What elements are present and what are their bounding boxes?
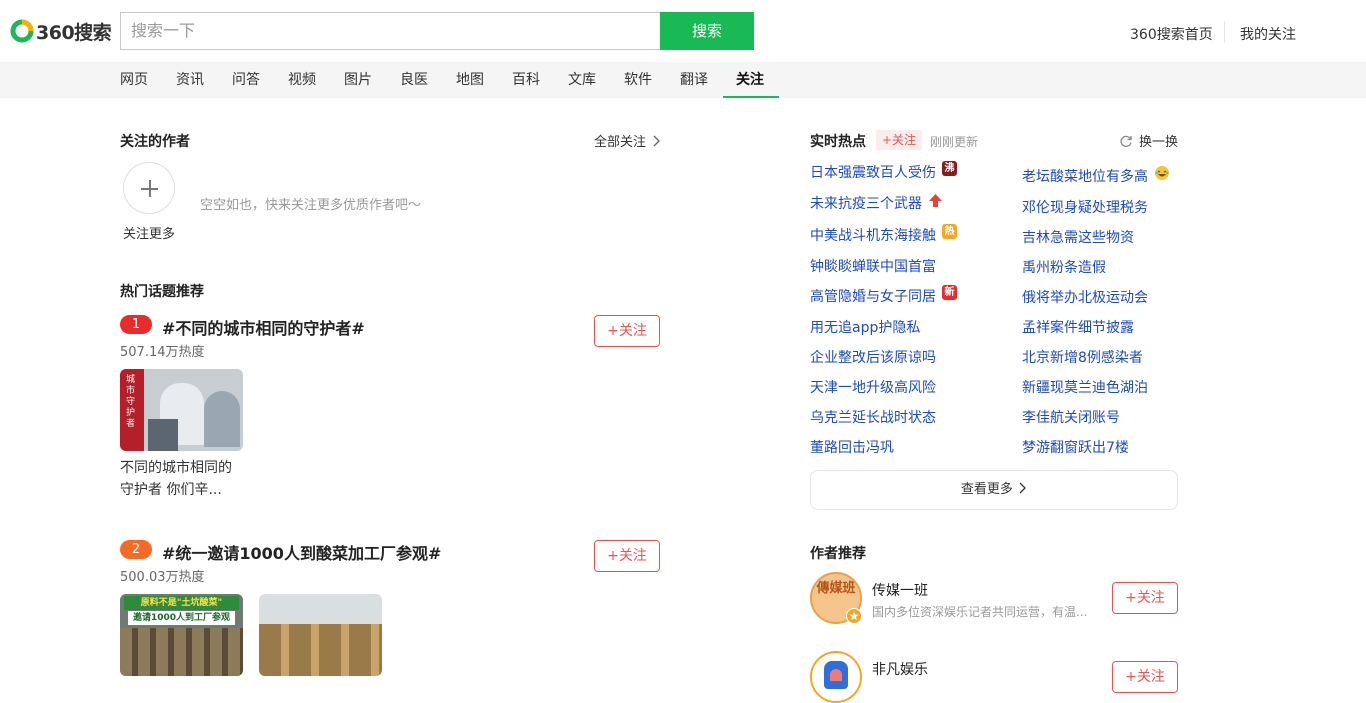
chevron-right-icon [1019, 482, 1026, 494]
tab-baike[interactable]: 百科 [512, 62, 540, 98]
add-more-label[interactable]: 关注更多 [123, 223, 175, 242]
search-input[interactable]: 搜索一下 [120, 12, 661, 50]
topic-title[interactable]: #统一邀请1000人到酸菜加工厂参观# [162, 540, 441, 564]
topic-thumbnail[interactable]: 原料不是"土坑酸菜" 邀请1000人到工厂参观 [120, 594, 243, 676]
author-description: 国内多位资深娱乐记者共同运营，有温... [872, 605, 1088, 619]
hot-item[interactable]: 日本强震致百人受伤 [810, 162, 936, 182]
hot-item[interactable]: 吉林急需这些物资 [1022, 227, 1134, 247]
refresh-icon [1120, 135, 1132, 147]
tab-software[interactable]: 软件 [624, 62, 652, 98]
empty-state-text: 空空如也，快来关注更多优质作者吧～ [200, 198, 422, 213]
chevron-right-icon [653, 135, 660, 146]
hot-item[interactable]: 中美战斗机东海接触 [810, 225, 936, 245]
laughing-emoji-icon [1155, 166, 1169, 180]
refresh-label: 换一换 [1139, 135, 1179, 150]
thumb-vertical-text: 城市守护者 [126, 375, 136, 429]
add-follow-button[interactable] [123, 162, 175, 214]
tab-qa[interactable]: 问答 [232, 62, 260, 98]
hot-item[interactable]: 未来抗疫三个武器 [810, 193, 922, 213]
author-name[interactable]: 传媒一班 [872, 580, 928, 600]
topic-thumbnail[interactable]: 城市守护者 [120, 369, 243, 451]
rank-badge: 2 [120, 540, 152, 559]
hot-item[interactable]: 老坛酸菜地位有多高 [1022, 166, 1148, 186]
avatar[interactable] [810, 651, 862, 703]
hot-item[interactable]: 北京新增8例感染者 [1022, 347, 1143, 367]
hot-item[interactable]: 禹州粉条造假 [1022, 257, 1106, 277]
divider [1224, 21, 1225, 43]
hot-item[interactable]: 李佳航关闭账号 [1022, 407, 1120, 427]
thumb-banner-2: 邀请1000人到工厂参观 [128, 611, 235, 625]
hot-item[interactable]: 梦游翻窗跃出7楼 [1022, 437, 1129, 457]
hot-badge: 热 [942, 224, 957, 239]
topic-caption[interactable]: 不同的城市相同的 守护者 你们辛... [120, 457, 245, 501]
hot-item[interactable]: 新疆现莫兰迪色湖泊 [1022, 377, 1148, 397]
tab-video[interactable]: 视频 [288, 62, 316, 98]
topic-thumbnail[interactable] [259, 594, 382, 676]
nav-bar: 网页 资讯 问答 视频 图片 良医 地图 百科 文库 软件 翻译 关注 [0, 62, 1366, 98]
caption-line-2: 守护者 你们辛... [120, 482, 222, 498]
tab-follow[interactable]: 关注 [736, 62, 764, 98]
boiling-badge: 沸 [942, 161, 957, 176]
follow-author-button[interactable]: +关注 [1112, 661, 1178, 693]
hot-item[interactable]: 邓伦现身疑处理税务 [1022, 197, 1148, 217]
tab-map[interactable]: 地图 [456, 62, 484, 98]
hot-item[interactable]: 俄将举办北极运动会 [1022, 287, 1148, 307]
logo-text: 360搜索 [36, 21, 112, 44]
tab-wenku[interactable]: 文库 [568, 62, 596, 98]
hot-item[interactable]: 高管隐婚与女子同居 [810, 286, 936, 306]
new-badge: 新 [942, 285, 957, 300]
hot-item[interactable]: 董路回击冯巩 [810, 437, 894, 457]
logo[interactable]: 360搜索 [10, 19, 112, 44]
all-follow-label: 全部关注 [594, 135, 647, 150]
follow-topic-button[interactable]: +关注 [594, 315, 660, 347]
realtime-follow-tag[interactable]: +关注 [876, 130, 923, 150]
caption-line-1: 不同的城市相同的 [120, 460, 232, 476]
followed-authors-title: 关注的作者 [120, 134, 190, 150]
tab-images[interactable]: 图片 [344, 62, 372, 98]
rank-badge: 1 [120, 315, 152, 334]
view-more-button[interactable]: 查看更多 [810, 470, 1178, 510]
topic-heat: 507.14万热度 [120, 345, 205, 360]
my-follow-link[interactable]: 我的关注 [1240, 24, 1296, 44]
topic-heat: 500.03万热度 [120, 570, 205, 585]
follow-author-button[interactable]: +关注 [1112, 582, 1178, 614]
realtime-title: 实时热点 [810, 134, 866, 150]
updated-label: 刚刚更新 [930, 135, 979, 149]
all-follow-link[interactable]: 全部关注 [594, 131, 662, 150]
tab-news[interactable]: 资讯 [176, 62, 204, 98]
tab-translate[interactable]: 翻译 [680, 62, 708, 98]
active-tab-indicator [723, 96, 779, 98]
hot-item[interactable]: 乌克兰延长战时状态 [810, 407, 936, 427]
thumb-banner-1: 原料不是"土坑酸菜" [124, 596, 239, 610]
search-button[interactable]: 搜索 [660, 12, 754, 50]
authors-title: 作者推荐 [810, 546, 866, 562]
top-bar: 360搜索 搜索一下 搜索 360搜索首页 我的关注 [0, 0, 1366, 62]
arrow-up-icon [929, 194, 942, 207]
avatar-text: 傳媒班 [816, 581, 856, 596]
hot-item[interactable]: 孟祥案件细节披露 [1022, 317, 1134, 337]
hot-item[interactable]: 天津一地升级高风险 [810, 377, 936, 397]
view-more-label: 查看更多 [960, 482, 1013, 497]
verified-badge-icon [846, 608, 862, 624]
logo-icon [10, 19, 34, 43]
author-name[interactable]: 非凡娱乐 [872, 659, 928, 679]
hot-item[interactable]: 钟睒睒蝉联中国首富 [810, 256, 936, 276]
tab-web[interactable]: 网页 [120, 62, 148, 98]
tab-doctor[interactable]: 良医 [400, 62, 428, 98]
hot-item[interactable]: 用无追app护隐私 [810, 317, 920, 337]
home-link[interactable]: 360搜索首页 [1130, 24, 1213, 44]
topic-title[interactable]: #不同的城市相同的守护者# [162, 315, 365, 339]
follow-topic-button[interactable]: +关注 [594, 540, 660, 572]
hot-item[interactable]: 企业整改后该原谅吗 [810, 347, 936, 367]
refresh-button[interactable]: 换一换 [1119, 131, 1178, 150]
hot-topics-title: 热门话题推荐 [120, 284, 204, 300]
